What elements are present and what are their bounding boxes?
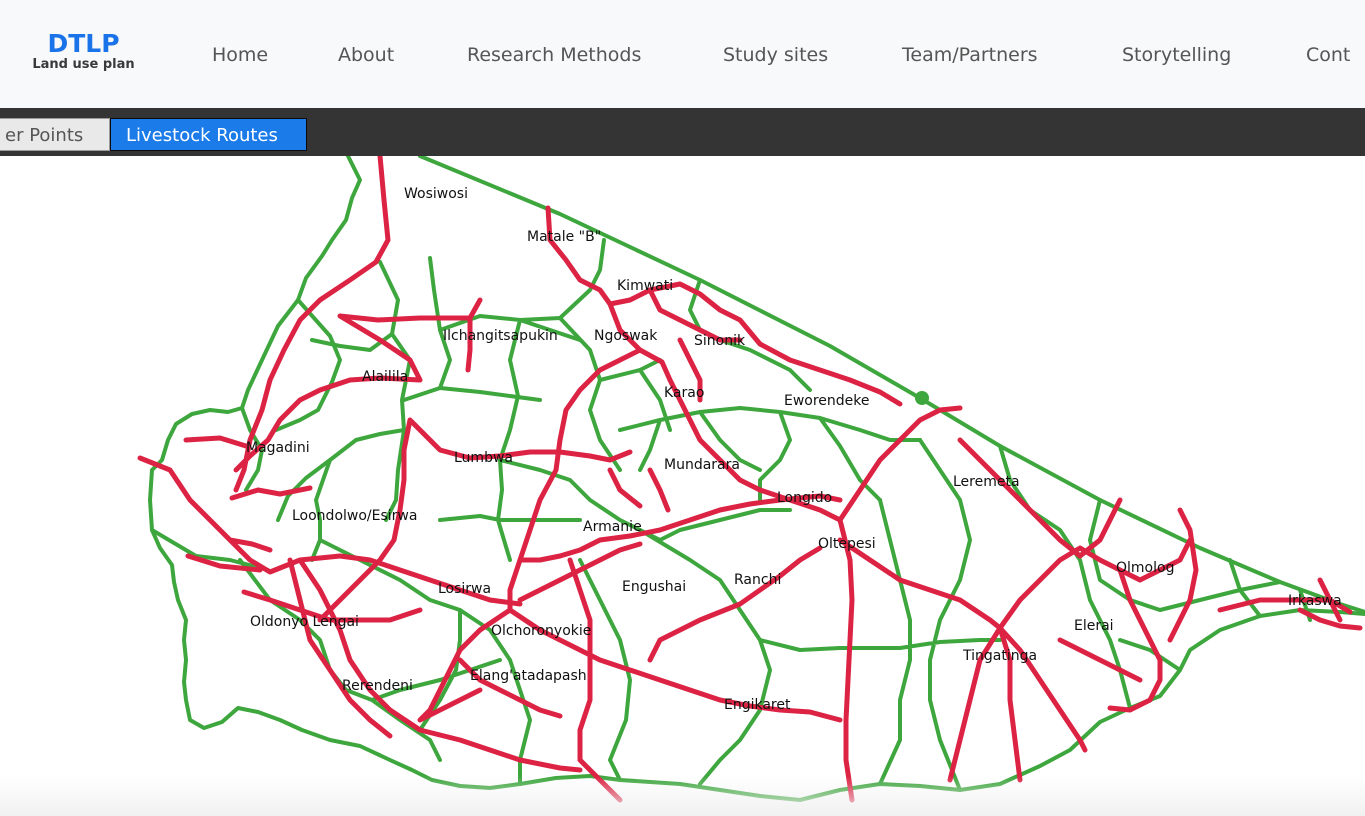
label-magadini: Magadini [246, 440, 310, 456]
label-mundarara: Mundarara [664, 457, 740, 473]
top-navbar: DTLP Land use plan Home About Research M… [0, 0, 1365, 108]
label-eworendeke: Eworendeke [784, 393, 870, 409]
label-rerendeni: Rerendeni [342, 678, 413, 694]
brand-logo[interactable]: DTLP Land use plan [26, 30, 141, 73]
label-matale-b: Matale "B" [527, 229, 601, 245]
label-leremeta: Leremeta [953, 474, 1020, 490]
nav-team-partners[interactable]: Team/Partners [902, 44, 1038, 66]
label-loondolwo-esirwa: Loondolwo/Esirwa [292, 508, 417, 524]
label-wosiwosi: Wosiwosi [404, 186, 468, 202]
village-labels: Wosiwosi Matale "B" Kimwati Ilchangitsap… [246, 186, 1342, 713]
label-elerai: Elerai [1074, 618, 1114, 634]
label-elangatadapash: Elang'atadapash [470, 668, 587, 684]
label-tingatinga: Tingatinga [962, 648, 1037, 664]
label-armanie: Armanie [583, 519, 642, 535]
nav-about[interactable]: About [338, 44, 394, 66]
label-olchoronyokie: Olchoronyokie [491, 623, 591, 639]
brand-title: DTLP [47, 29, 120, 58]
map-bottom-fade [0, 776, 1365, 816]
label-longido: Longido [777, 490, 832, 506]
label-engushai: Engushai [622, 579, 686, 595]
eworendeke-marker [915, 391, 929, 405]
label-sinonik: Sinonik [694, 333, 746, 349]
brand-subtitle: Land use plan [32, 57, 135, 72]
label-ngoswak: Ngoswak [594, 328, 658, 344]
label-losirwa: Losirwa [438, 581, 491, 597]
label-irkaswa: Irkaswa [1288, 593, 1342, 609]
nav-home[interactable]: Home [212, 44, 268, 66]
nav-contact[interactable]: Cont [1306, 44, 1350, 66]
label-kimwati: Kimwati [617, 278, 673, 294]
label-engikaret: Engikaret [724, 697, 791, 713]
label-ilchangitsapukin: Ilchangitsapukin [443, 328, 558, 344]
route-west [137, 435, 583, 773]
tab-water-points[interactable]: er Points [0, 118, 110, 151]
nav-research-methods[interactable]: Research Methods [467, 44, 641, 66]
label-oltepesi: Oltepesi [818, 536, 876, 552]
label-alailila: Alailila [362, 369, 408, 385]
nav-study-sites[interactable]: Study sites [723, 44, 828, 66]
nav-storytelling[interactable]: Storytelling [1122, 44, 1231, 66]
label-oldonyo-lengai: Oldonyo Lengai [250, 614, 359, 630]
tab-livestock-routes[interactable]: Livestock Routes [110, 118, 307, 151]
label-karao: Karao [664, 385, 704, 401]
label-lumbwa: Lumbwa [454, 450, 513, 466]
label-olmolog: Olmolog [1116, 560, 1174, 576]
map-canvas[interactable]: Wosiwosi Matale "B" Kimwati Ilchangitsap… [0, 156, 1365, 816]
label-ranchi: Ranchi [734, 572, 781, 588]
map-svg: Wosiwosi Matale "B" Kimwati Ilchangitsap… [137, 156, 1365, 803]
